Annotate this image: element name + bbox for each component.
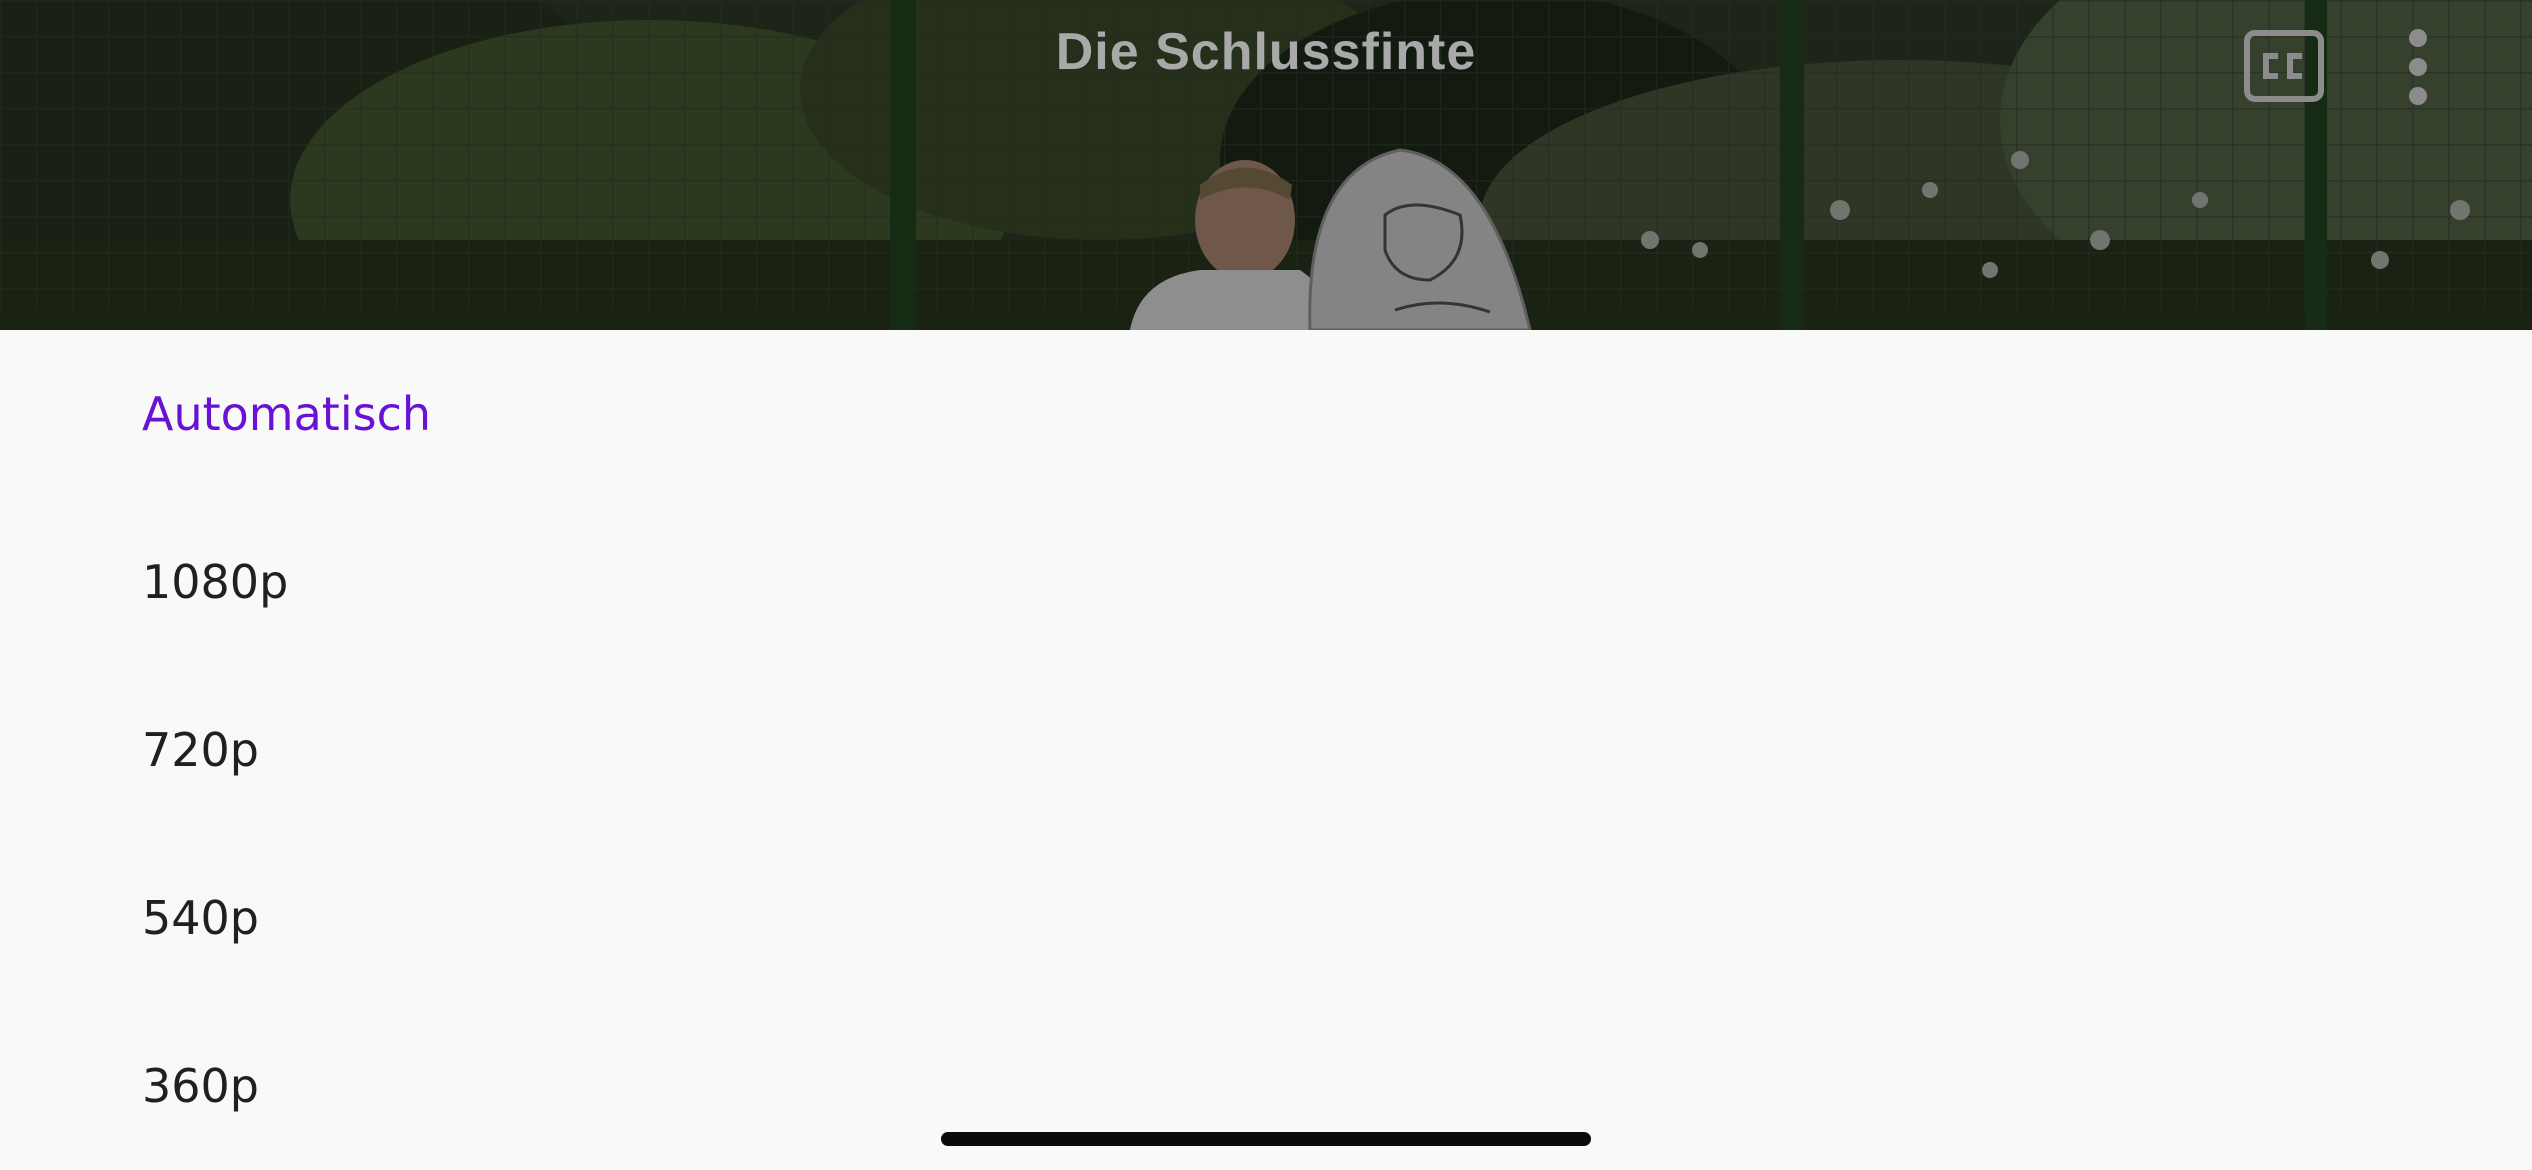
quality-option-1080p[interactable]: 1080p — [0, 498, 2532, 666]
quality-menu-sheet: Automatisch 1080p 720p 540p 360p — [0, 330, 2532, 1170]
quality-option-label: Automatisch — [142, 387, 432, 441]
quality-option-automatic[interactable]: Automatisch — [0, 330, 2532, 498]
captions-button[interactable] — [2244, 30, 2324, 102]
quality-option-540p[interactable]: 540p — [0, 834, 2532, 1002]
closed-captions-icon — [2244, 30, 2324, 102]
quality-option-label: 360p — [142, 1059, 259, 1113]
quality-option-label: 540p — [142, 891, 259, 945]
more-options-button[interactable] — [2396, 26, 2440, 108]
more-vertical-icon — [2409, 29, 2427, 105]
home-indicator[interactable] — [941, 1132, 1591, 1146]
quality-option-label: 1080p — [142, 555, 289, 609]
video-player[interactable]: Die Schlussfinte — [0, 0, 2532, 330]
video-title: Die Schlussfinte — [1055, 23, 1477, 81]
quality-option-label: 720p — [142, 723, 259, 777]
quality-option-720p[interactable]: 720p — [0, 666, 2532, 834]
